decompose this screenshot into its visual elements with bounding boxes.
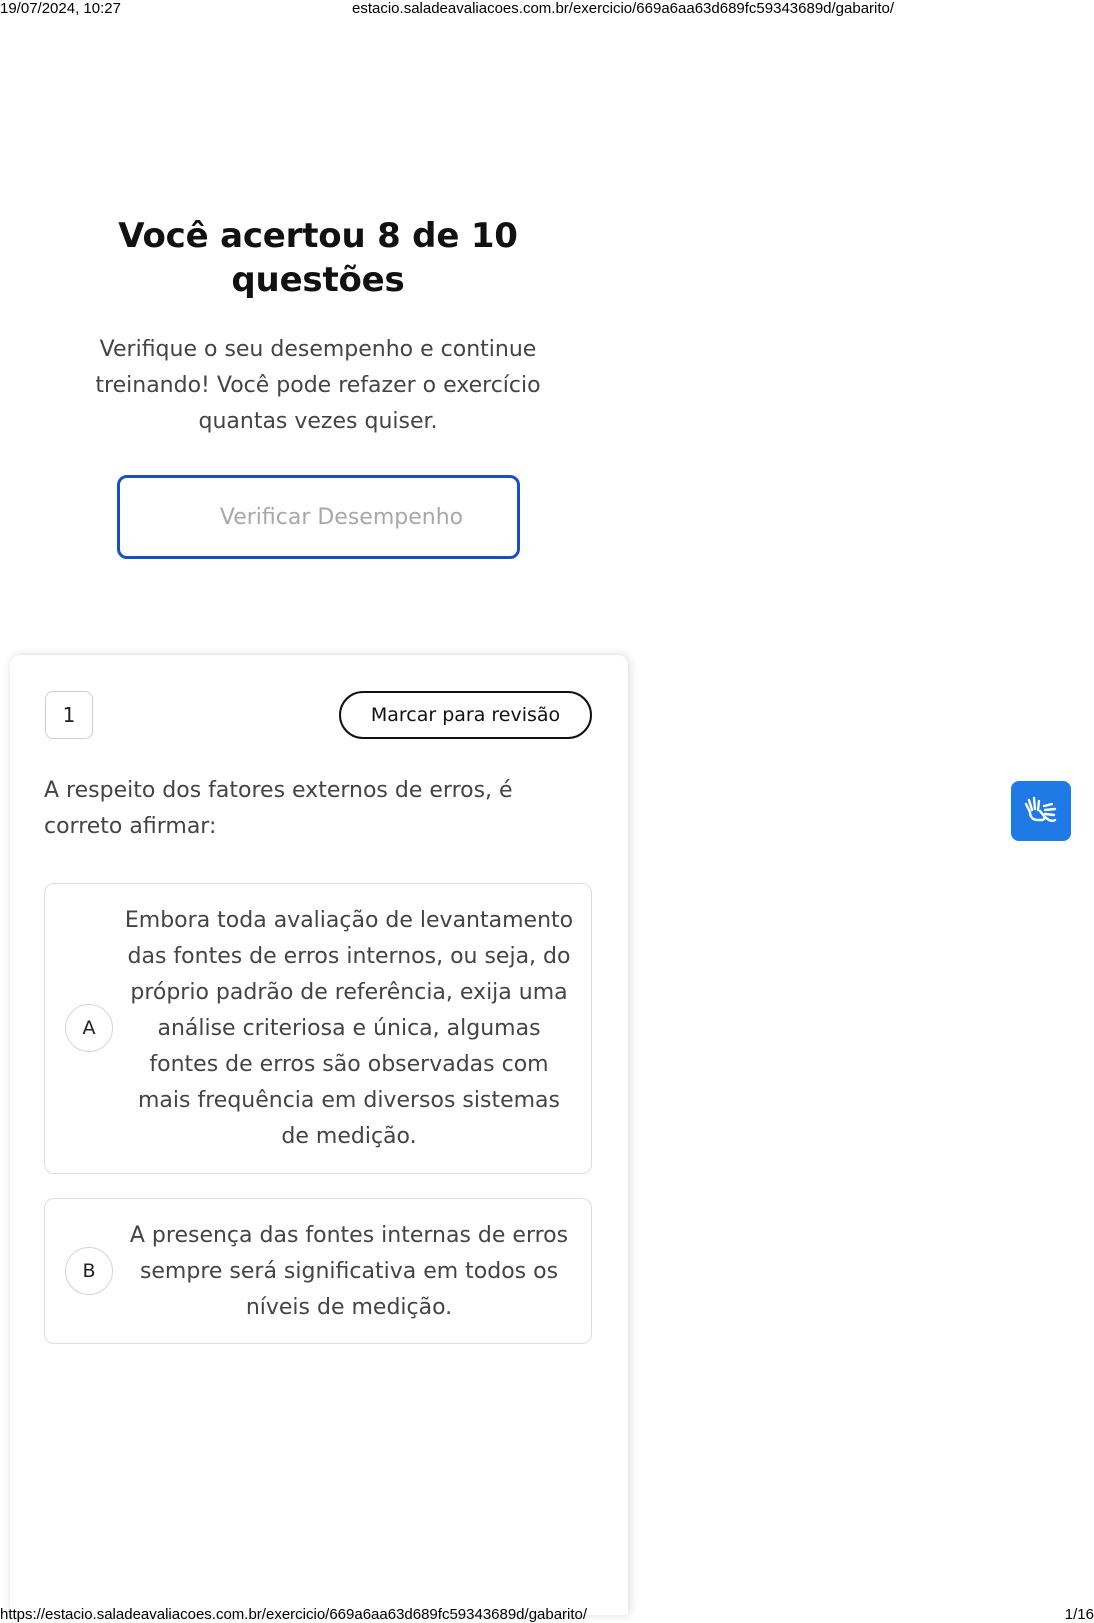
option-text: A presença das fontes internas de erros …	[129, 1223, 569, 1320]
question-card: 1 Marcar para revisão A respeito dos fat…	[10, 655, 628, 1615]
option-letter: A	[65, 1004, 113, 1052]
question-number: 1	[45, 691, 93, 739]
result-title: Você acertou 8 de 10 questões	[118, 216, 518, 300]
answer-option-a[interactable]: A Embora toda avaliação de levantamento …	[44, 883, 592, 1174]
print-footer-url: https://estacio.saladeavaliacoes.com.br/…	[0, 1606, 588, 1623]
print-datetime: 19/07/2024, 10:27	[0, 0, 121, 17]
result-summary: Você acertou 8 de 10 questões Verifique …	[68, 214, 568, 440]
result-description: Verifique o seu desempenho e continue tr…	[95, 337, 541, 434]
print-header-url: estacio.saladeavaliacoes.com.br/exercici…	[352, 0, 895, 17]
print-header: 19/07/2024, 10:27 estacio.saladeavaliaco…	[0, 0, 1094, 18]
verify-performance-button[interactable]: Verificar Desempenho	[117, 475, 520, 559]
answer-option-b[interactable]: B A presença das fontes internas de erro…	[44, 1198, 592, 1344]
accessibility-button[interactable]	[1011, 781, 1071, 841]
print-footer: https://estacio.saladeavaliacoes.com.br/…	[0, 1606, 1094, 1623]
question-text: A respeito dos fatores externos de erros…	[44, 778, 513, 839]
mark-for-review-button[interactable]: Marcar para revisão	[339, 691, 592, 739]
option-letter: B	[65, 1247, 113, 1295]
sign-language-icon	[1024, 796, 1057, 822]
option-text: Embora toda avaliação de levantamento da…	[124, 908, 574, 1149]
page-counter: 1/16	[1064, 1606, 1094, 1623]
page: 19/07/2024, 10:27 estacio.saladeavaliaco…	[0, 0, 1094, 1623]
